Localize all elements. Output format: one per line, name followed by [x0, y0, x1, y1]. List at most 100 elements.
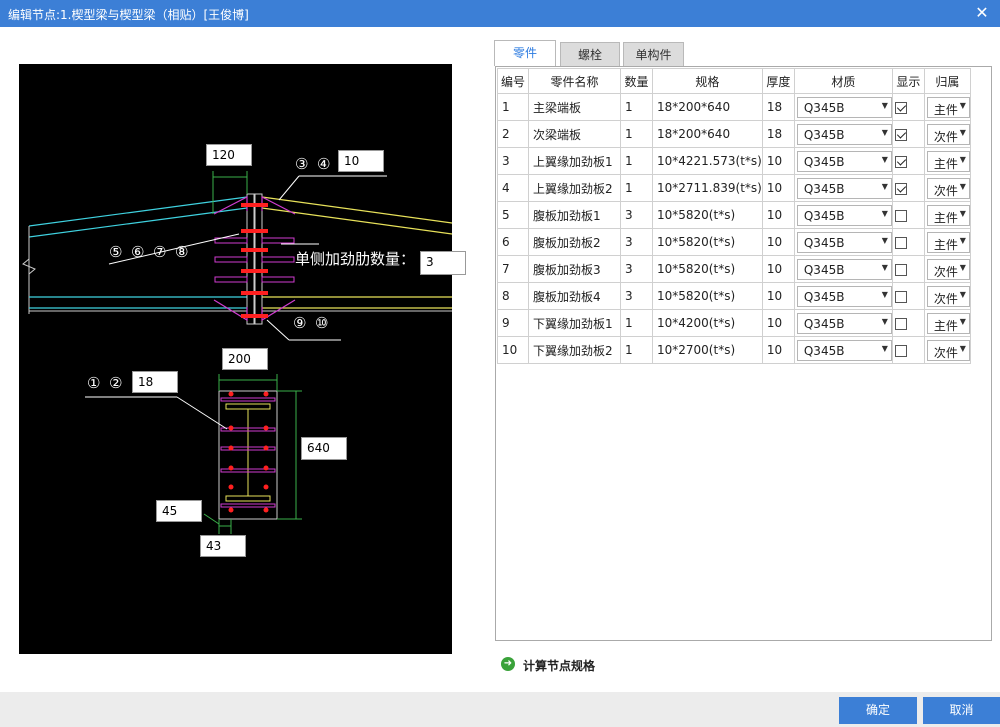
table-row[interactable]: 8 腹板加劲板4 3 10*5820(t*s) 10 Q345B ▼ 次件 ▼ — [497, 282, 971, 310]
table-row[interactable]: 4 上翼缘加劲板2 1 10*2711.839(t*s) 10 Q345B ▼ 次件 ▼ — [497, 174, 971, 202]
show-checkbox[interactable] — [894, 101, 907, 114]
plate-34-thickness-input[interactable]: 10 — [338, 150, 384, 172]
cell-qty[interactable]: 1 — [620, 309, 653, 337]
material-select[interactable]: Q345B ▼ — [796, 150, 892, 172]
show-checkbox[interactable] — [894, 128, 907, 141]
cell-qty[interactable]: 1 — [620, 120, 653, 148]
cell-qty[interactable]: 3 — [620, 201, 653, 229]
ok-button[interactable]: 确定 — [839, 697, 917, 724]
cell-spec[interactable]: 18*200*640 — [652, 120, 763, 148]
cell-spec[interactable]: 10*5820(t*s) — [652, 255, 763, 283]
cell-spec[interactable]: 10*5820(t*s) — [652, 201, 763, 229]
table-row[interactable]: 5 腹板加劲板1 3 10*5820(t*s) 10 Q345B ▼ 主件 ▼ — [497, 201, 971, 229]
cell-thickness[interactable]: 10 — [761, 174, 795, 202]
cell-qty[interactable]: 3 — [620, 282, 653, 310]
cell-thickness[interactable]: 18 — [761, 93, 795, 121]
cell-thickness[interactable]: 10 — [761, 336, 795, 364]
plate-12-thickness-input[interactable]: 18 — [132, 371, 178, 393]
cell-qty[interactable]: 1 — [620, 174, 653, 202]
owner-value: 主件 — [933, 210, 958, 225]
material-select[interactable]: Q345B ▼ — [796, 123, 892, 145]
owner-select[interactable]: 次件 ▼ — [926, 177, 970, 199]
table-row[interactable]: 6 腹板加劲板2 3 10*5820(t*s) 10 Q345B ▼ 主件 ▼ — [497, 228, 971, 256]
offset-43-input[interactable]: 43 — [200, 535, 246, 557]
table-header-row: 编号 零件名称 数量 规格 厚度 材质 显示 归属 — [497, 68, 971, 94]
material-select[interactable]: Q345B ▼ — [796, 177, 892, 199]
owner-select[interactable]: 次件 ▼ — [926, 285, 970, 307]
cell-spec[interactable]: 18*200*640 — [652, 93, 763, 121]
cell-spec[interactable]: 10*4200(t*s) — [652, 309, 763, 337]
cell-name[interactable]: 腹板加劲板2 — [528, 228, 621, 256]
show-checkbox[interactable] — [894, 209, 907, 222]
material-select[interactable]: Q345B ▼ — [796, 204, 892, 226]
table-row[interactable]: 1 主梁端板 1 18*200*640 18 Q345B ▼ 主件 ▼ — [497, 93, 971, 121]
offset-45-input[interactable]: 45 — [156, 500, 202, 522]
cell-spec[interactable]: 10*2711.839(t*s) — [652, 174, 763, 202]
cell-name[interactable]: 主梁端板 — [528, 93, 621, 121]
cell-thickness[interactable]: 10 — [761, 228, 795, 256]
cell-spec[interactable]: 10*5820(t*s) — [652, 228, 763, 256]
owner-select[interactable]: 主件 ▼ — [926, 231, 970, 253]
table-row[interactable]: 2 次梁端板 1 18*200*640 18 Q345B ▼ 次件 ▼ — [497, 120, 971, 148]
cell-name[interactable]: 腹板加劲板4 — [528, 282, 621, 310]
material-select[interactable]: Q345B ▼ — [796, 339, 892, 361]
tab-bolts[interactable]: 螺栓 — [560, 42, 620, 66]
cell-thickness[interactable]: 10 — [761, 201, 795, 229]
cell-name[interactable]: 腹板加劲板1 — [528, 201, 621, 229]
material-select[interactable]: Q345B ▼ — [796, 96, 892, 118]
material-select[interactable]: Q345B ▼ — [796, 285, 892, 307]
cell-qty[interactable]: 3 — [620, 255, 653, 283]
tab-single-member[interactable]: 单构件 — [623, 42, 684, 66]
cell-name[interactable]: 腹板加劲板3 — [528, 255, 621, 283]
cell-thickness[interactable]: 10 — [761, 309, 795, 337]
owner-select[interactable]: 主件 ▼ — [926, 150, 970, 172]
show-checkbox[interactable] — [894, 344, 907, 357]
owner-select[interactable]: 主件 ▼ — [926, 312, 970, 334]
owner-select[interactable]: 主件 ▼ — [926, 204, 970, 226]
cancel-button[interactable]: 取消 — [923, 697, 1000, 724]
cell-thickness[interactable]: 18 — [761, 120, 795, 148]
cell-name[interactable]: 上翼缘加劲板1 — [528, 147, 621, 175]
owner-select[interactable]: 次件 ▼ — [926, 258, 970, 280]
cell-name[interactable]: 上翼缘加劲板2 — [528, 174, 621, 202]
material-select[interactable]: Q345B ▼ — [796, 231, 892, 253]
cell-spec[interactable]: 10*2700(t*s) — [652, 336, 763, 364]
show-checkbox[interactable] — [894, 290, 907, 303]
show-checkbox[interactable] — [894, 263, 907, 276]
owner-select[interactable]: 次件 ▼ — [926, 123, 970, 145]
cell-thickness[interactable]: 10 — [761, 255, 795, 283]
show-checkbox[interactable] — [894, 155, 907, 168]
chevron-down-icon: ▼ — [881, 181, 888, 191]
cell-qty[interactable]: 1 — [620, 336, 653, 364]
cell-name[interactable]: 次梁端板 — [528, 120, 621, 148]
show-checkbox[interactable] — [894, 317, 907, 330]
cell-spec[interactable]: 10*5820(t*s) — [652, 282, 763, 310]
cell-qty[interactable]: 1 — [620, 93, 653, 121]
cell-thickness[interactable]: 10 — [761, 282, 795, 310]
owner-select[interactable]: 主件 ▼ — [926, 96, 970, 118]
top-width-input[interactable]: 120 — [206, 144, 252, 166]
cell-qty[interactable]: 1 — [620, 147, 653, 175]
cell-name[interactable]: 下翼缘加劲板1 — [528, 309, 621, 337]
table-row[interactable]: 9 下翼缘加劲板1 1 10*4200(t*s) 10 Q345B ▼ 主件 ▼ — [497, 309, 971, 337]
show-checkbox[interactable] — [894, 236, 907, 249]
show-checkbox[interactable] — [894, 182, 907, 195]
table-row[interactable]: 3 上翼缘加劲板1 1 10*4221.573(t*s) 10 Q345B ▼ 主件 ▼ — [497, 147, 971, 175]
cell-name[interactable]: 下翼缘加劲板2 — [528, 336, 621, 364]
tab-parts[interactable]: 零件 — [494, 40, 556, 66]
table-row[interactable]: 7 腹板加劲板3 3 10*5820(t*s) 10 Q345B ▼ 次件 ▼ — [497, 255, 971, 283]
cell-spec[interactable]: 10*4221.573(t*s) — [652, 147, 763, 175]
plate-width-input[interactable]: 200 — [222, 348, 268, 370]
cell-no: 9 — [497, 309, 529, 337]
cell-qty[interactable]: 3 — [620, 228, 653, 256]
cell-thickness[interactable]: 10 — [761, 147, 795, 175]
owner-select[interactable]: 次件 ▼ — [926, 339, 970, 361]
owner-value: 主件 — [933, 156, 958, 171]
stiffener-count-input[interactable]: 3 — [420, 251, 466, 275]
material-select[interactable]: Q345B ▼ — [796, 258, 892, 280]
table-row[interactable]: 10 下翼缘加劲板2 1 10*2700(t*s) 10 Q345B ▼ 次件 ▼ — [497, 336, 971, 364]
close-icon[interactable]: ✕ — [972, 3, 992, 23]
plate-height-input[interactable]: 640 — [301, 437, 347, 460]
chevron-down-icon: ▼ — [959, 127, 966, 137]
material-select[interactable]: Q345B ▼ — [796, 312, 892, 334]
